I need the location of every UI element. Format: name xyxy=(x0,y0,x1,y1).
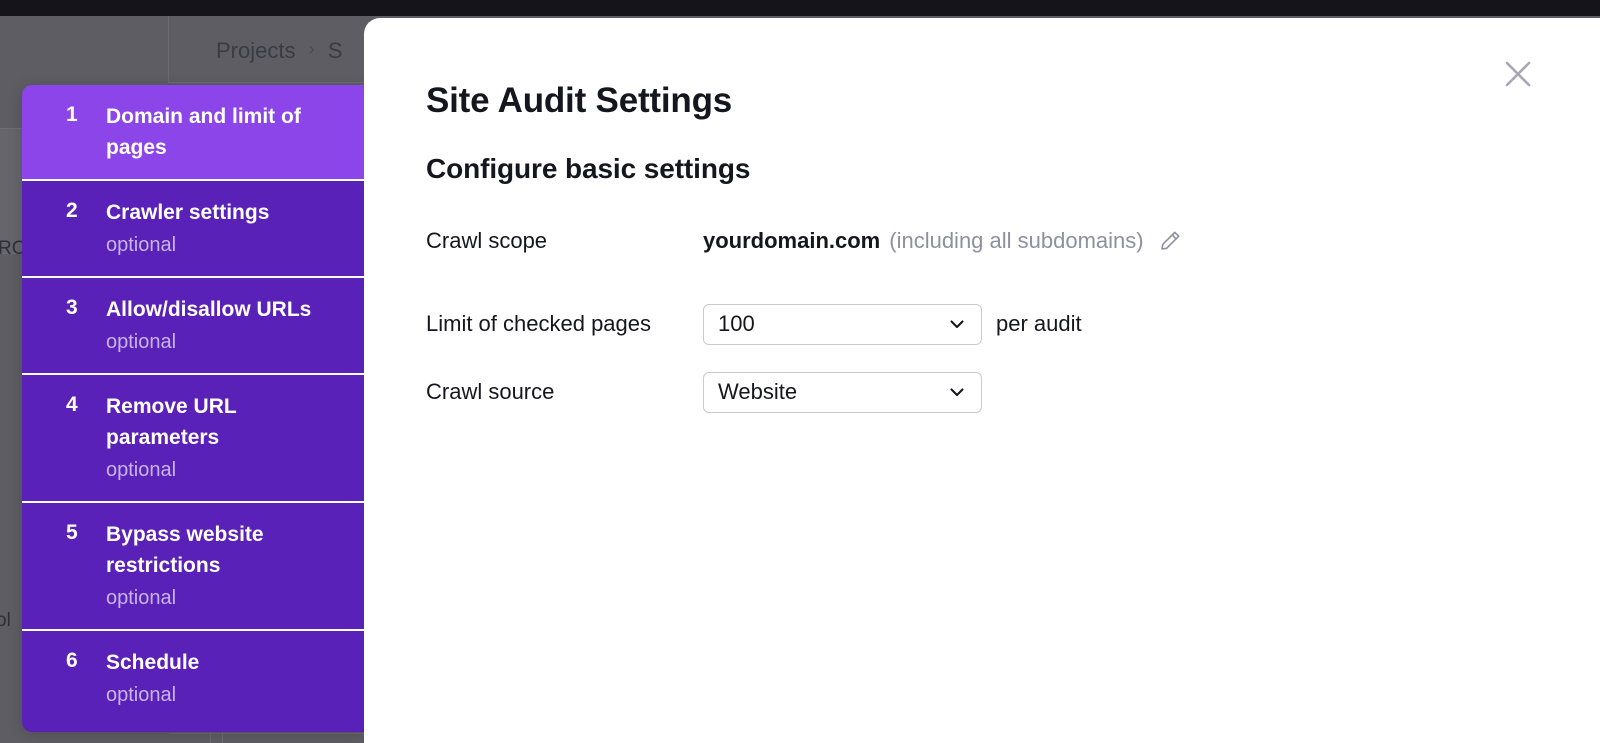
step-subtitle: optional xyxy=(106,583,349,613)
close-icon[interactable] xyxy=(1498,54,1538,94)
limit-pages-select[interactable]: 100 xyxy=(703,304,982,345)
crawl-scope-label: Crawl scope xyxy=(426,221,703,261)
step-title: Allow/disallow URLs xyxy=(106,294,316,325)
crawl-scope-domain: yourdomain.com xyxy=(703,221,880,261)
page-title: Site Audit Settings xyxy=(426,81,732,121)
breadcrumb: Projects › S xyxy=(216,38,343,64)
step-number: 2 xyxy=(66,197,78,225)
section-title: Configure basic settings xyxy=(426,153,750,185)
background-text-fragment-low: ol xyxy=(0,610,11,632)
step-number: 3 xyxy=(66,294,78,322)
step-title: Remove URL parameters xyxy=(106,391,316,453)
chevron-down-icon xyxy=(947,382,967,402)
crawl-scope-value: yourdomain.com (including all subdomains… xyxy=(703,221,1182,261)
step-number: 1 xyxy=(66,101,78,129)
crawl-source-value: Website xyxy=(718,372,797,412)
chevron-down-icon xyxy=(947,314,967,334)
step-subtitle: optional xyxy=(106,455,349,485)
step-number: 6 xyxy=(66,647,78,675)
step-subtitle: optional xyxy=(106,327,349,357)
limit-pages-row: Limit of checked pages 100 per audit xyxy=(426,304,1082,344)
step-subtitle: optional xyxy=(106,680,349,710)
step-number: 4 xyxy=(66,391,78,419)
step-number: 5 xyxy=(66,519,78,547)
crawl-source-label: Crawl source xyxy=(426,372,703,412)
limit-pages-label: Limit of checked pages xyxy=(426,304,703,344)
chevron-right-icon: › xyxy=(308,39,314,61)
sidebar-step-6[interactable]: 6 Schedule optional xyxy=(22,631,365,732)
step-title: Schedule xyxy=(106,647,316,678)
sidebar-step-3[interactable]: 3 Allow/disallow URLs optional xyxy=(22,278,365,375)
limit-pages-suffix: per audit xyxy=(996,304,1082,344)
background-top-bar xyxy=(0,0,1600,16)
pencil-icon[interactable] xyxy=(1158,229,1182,253)
step-title: Domain and limit of pages xyxy=(106,101,321,163)
breadcrumb-current: S xyxy=(328,38,343,64)
sidebar-step-4[interactable]: 4 Remove URL parameters optional xyxy=(22,375,365,503)
crawl-source-select[interactable]: Website xyxy=(703,372,982,413)
crawl-scope-row: Crawl scope yourdomain.com (including al… xyxy=(426,221,1182,261)
sidebar-step-1[interactable]: 1 Domain and limit of pages xyxy=(22,85,365,181)
crawl-scope-note: (including all subdomains) xyxy=(889,221,1143,261)
step-subtitle: optional xyxy=(106,230,349,260)
screen: Projects › S RC ol 1 Domain and limit of… xyxy=(0,0,1600,743)
crawl-source-row: Crawl source Website xyxy=(426,372,982,412)
settings-steps-sidebar: 1 Domain and limit of pages 2 Crawler se… xyxy=(22,85,365,732)
site-audit-settings-modal: Site Audit Settings Configure basic sett… xyxy=(364,18,1600,743)
sidebar-step-5[interactable]: 5 Bypass website restrictions optional xyxy=(22,503,365,631)
step-title: Bypass website restrictions xyxy=(106,519,316,581)
breadcrumb-root[interactable]: Projects xyxy=(216,38,295,64)
step-title: Crawler settings xyxy=(106,197,316,228)
sidebar-step-2[interactable]: 2 Crawler settings optional xyxy=(22,181,365,278)
limit-pages-value: 100 xyxy=(718,304,755,344)
